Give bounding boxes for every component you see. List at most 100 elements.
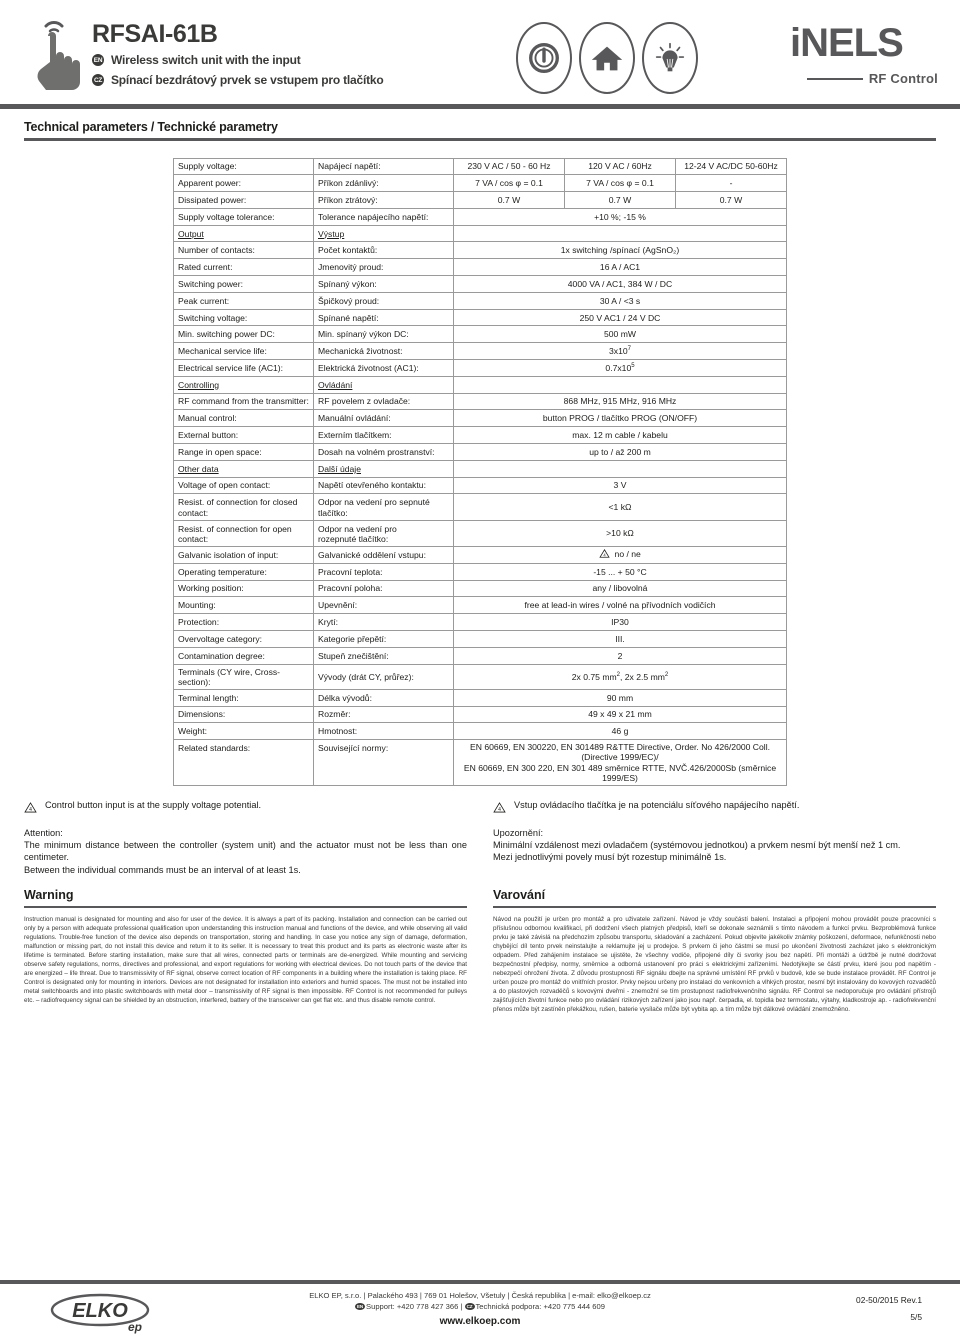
param-label-cz: Pracovní teplota: bbox=[313, 562, 454, 581]
table-row: Contamination degree: Stupeň znečištění: 2 bbox=[173, 646, 787, 665]
param-label-cz: Galvanické oddělení vstupu: bbox=[313, 546, 454, 564]
table-row: Galvanic isolation of input: Galvanické o… bbox=[173, 546, 787, 564]
param-label-en: Voltage of open contact: bbox=[173, 476, 314, 495]
param-label-cz: Elektrická životnost (AC1): bbox=[313, 359, 454, 377]
warning-titles-row: Warning Varování bbox=[0, 888, 960, 909]
param-label-cz: Mechanická životnost: bbox=[313, 342, 454, 361]
param-label-en: Min. switching power DC: bbox=[173, 325, 314, 344]
param-label-en: Terminals (CY wire, Cross-section): bbox=[173, 663, 314, 690]
table-row: Terminals (CY wire, Cross-section): Vývod… bbox=[173, 663, 787, 690]
tech-parameters-section: Technical parameters / Technické paramet… bbox=[0, 120, 960, 141]
param-value-230v: 0.7 W bbox=[453, 191, 565, 209]
note-warning-text-en: Control button input is at the supply vo… bbox=[45, 799, 262, 810]
product-title-block: RFSAI-61B EN Wireless switch unit with t… bbox=[92, 22, 384, 87]
table-row: Apparent power: Příkon zdánlivý: 7 VA / co… bbox=[173, 174, 787, 193]
param-value: any / libovolná bbox=[453, 579, 787, 598]
brand-tagline: RF Control bbox=[868, 71, 938, 86]
parameters-table: Supply voltage: Napájecí napětí: 230 V AC … bbox=[173, 157, 787, 786]
svg-text:4: 4 bbox=[498, 807, 501, 813]
subtitle-en: Wireless switch unit with the input bbox=[111, 53, 301, 67]
param-label-en: Resist. of connection for open contact: bbox=[173, 519, 314, 548]
table-row: Switching voltage: Spínané napětí: 250 V A… bbox=[173, 308, 787, 327]
product-code: RFSAI-61B bbox=[92, 20, 218, 48]
param-value-230v: 230 V AC / 50 - 60 Hz bbox=[453, 157, 565, 176]
param-value: 1x switching /spínací (AgSnO₂) bbox=[453, 241, 787, 260]
param-label-cz: RF povelem z ovladače: bbox=[313, 392, 454, 411]
legal-col-en: Instruction manual is designated for mou… bbox=[24, 916, 467, 1014]
param-label-cz: Špičkový proud: bbox=[313, 291, 454, 310]
table-row: Protection: Krytí: IP30 bbox=[173, 613, 787, 631]
parameters-table-wrapper: Supply voltage: Napájecí napětí: 230 V AC … bbox=[173, 157, 787, 786]
param-value: max. 12 m cable / kabelu bbox=[453, 426, 787, 445]
param-label-en: Number of contacts: bbox=[173, 241, 314, 260]
param-label-en: Dissipated power: bbox=[173, 191, 314, 209]
footer-website[interactable]: www.elkoep.com bbox=[24, 1314, 936, 1329]
table-row: RF command from the transmitter: RF povel… bbox=[173, 392, 787, 411]
param-label-en: Weight: bbox=[173, 722, 314, 741]
param-value: 868 MHz, 915 MHz, 916 MHz bbox=[453, 392, 787, 411]
page-header: RFSAI-61B EN Wireless switch unit with t… bbox=[0, 0, 960, 104]
param-label-cz: Související normy: bbox=[313, 739, 454, 786]
svg-text:4: 4 bbox=[604, 553, 607, 558]
param-label-en: Protection: bbox=[173, 613, 314, 631]
param-value: 500 mW bbox=[453, 325, 787, 344]
table-row: Output Výstup bbox=[173, 224, 787, 243]
param-label-en: RF command from the transmitter: bbox=[173, 392, 314, 411]
title-divider bbox=[24, 138, 936, 141]
param-value: >10 kΩ bbox=[453, 519, 787, 548]
table-row: Overvoltage category: Kategorie přepětí: I… bbox=[173, 629, 787, 648]
inels-logo: iNELS RF Control bbox=[790, 21, 938, 86]
table-row: Working position: Pracovní poloha: any / l… bbox=[173, 579, 787, 598]
warning-title-cz: Varování bbox=[493, 887, 546, 902]
en-language-badge: EN bbox=[92, 54, 104, 66]
param-label-en: Supply voltage: bbox=[173, 157, 314, 176]
param-value: 4 no / ne bbox=[453, 546, 787, 564]
footer-support-line: EN Support: +420 778 427 366 | CZ Technick… bbox=[24, 1301, 936, 1312]
legal-col-cz: Návod na použití je určen pro montáž a p… bbox=[493, 916, 936, 1014]
group-value-empty bbox=[453, 375, 787, 394]
param-label-cz: Upevnění: bbox=[313, 596, 454, 615]
group-value-empty bbox=[453, 459, 787, 478]
footer-support-en: Support: +420 778 427 366 | bbox=[366, 1302, 463, 1312]
table-row: Number of contacts: Počet kontaktů: 1x swi… bbox=[173, 241, 787, 260]
svg-text:iNELS: iNELS bbox=[790, 24, 903, 64]
param-value-230v: 7 VA / cos φ = 0.1 bbox=[453, 174, 565, 193]
table-row: External button: Externím tlačítkem: max. … bbox=[173, 426, 787, 445]
param-value: 90 mm bbox=[453, 688, 787, 707]
param-label-en: External button: bbox=[173, 426, 314, 445]
table-row: Switching power: Spínaný výkon: 4000 VA / … bbox=[173, 275, 787, 293]
param-label-en: Terminal length: bbox=[173, 688, 314, 707]
param-label-cz: Napětí otevřeného kontaktu: bbox=[313, 476, 454, 495]
warning-body-en: Instruction manual is designated for mou… bbox=[24, 916, 467, 1004]
cz-badge-footer: CZ bbox=[464, 1303, 475, 1311]
param-label-cz: Napájecí napětí: bbox=[313, 157, 454, 176]
parameters-table-body: Supply voltage: Napájecí napětí: 230 V AC … bbox=[173, 157, 787, 786]
param-value-standards: EN 60669, EN 300220, EN 301489 R&TTE Dir… bbox=[453, 739, 787, 786]
param-label-cz: Pracovní poloha: bbox=[313, 579, 454, 598]
table-row: Min. switching power DC: Min. spínaný výk… bbox=[173, 325, 787, 344]
param-value: 250 V AC1 / 24 V DC bbox=[453, 308, 787, 327]
warning-title-en-col: Warning bbox=[24, 888, 467, 909]
param-value: IP30 bbox=[453, 613, 787, 631]
param-label-cz: Počet kontaktů: bbox=[313, 241, 454, 260]
param-label-en: Switching power: bbox=[173, 275, 314, 293]
param-value: +10 %; -15 % bbox=[453, 207, 787, 226]
group-label-en: Output bbox=[173, 224, 314, 243]
table-row: Range in open space: Dosah na volném pros… bbox=[173, 443, 787, 461]
param-value: 2 bbox=[453, 646, 787, 665]
table-row: Other data Další údaje bbox=[173, 459, 787, 478]
power-icon bbox=[516, 22, 572, 94]
param-label-en: Contamination degree: bbox=[173, 646, 314, 665]
table-row: Supply voltage: Napájecí napětí: 230 V AC … bbox=[173, 157, 787, 176]
group-label-cz: Ovládání bbox=[313, 375, 454, 394]
notes-cz: 4 Vstup ovládacího tlačítka je na potenc… bbox=[493, 800, 936, 876]
param-label-cz: Krytí: bbox=[313, 613, 454, 631]
param-label-en: Related standards: bbox=[173, 739, 314, 786]
table-row: Supply voltage tolerance: Tolerance napáj… bbox=[173, 207, 787, 226]
param-label-cz: Min. spínaný výkon DC: bbox=[313, 325, 454, 344]
svg-text:4: 4 bbox=[29, 807, 32, 813]
table-row: Electrical service life (AC1): Elektrická… bbox=[173, 359, 787, 377]
param-label-cz: Tolerance napájecího napětí: bbox=[313, 207, 454, 226]
hand-press-icon bbox=[26, 18, 82, 90]
legal-row: Instruction manual is designated for mou… bbox=[0, 916, 960, 1014]
